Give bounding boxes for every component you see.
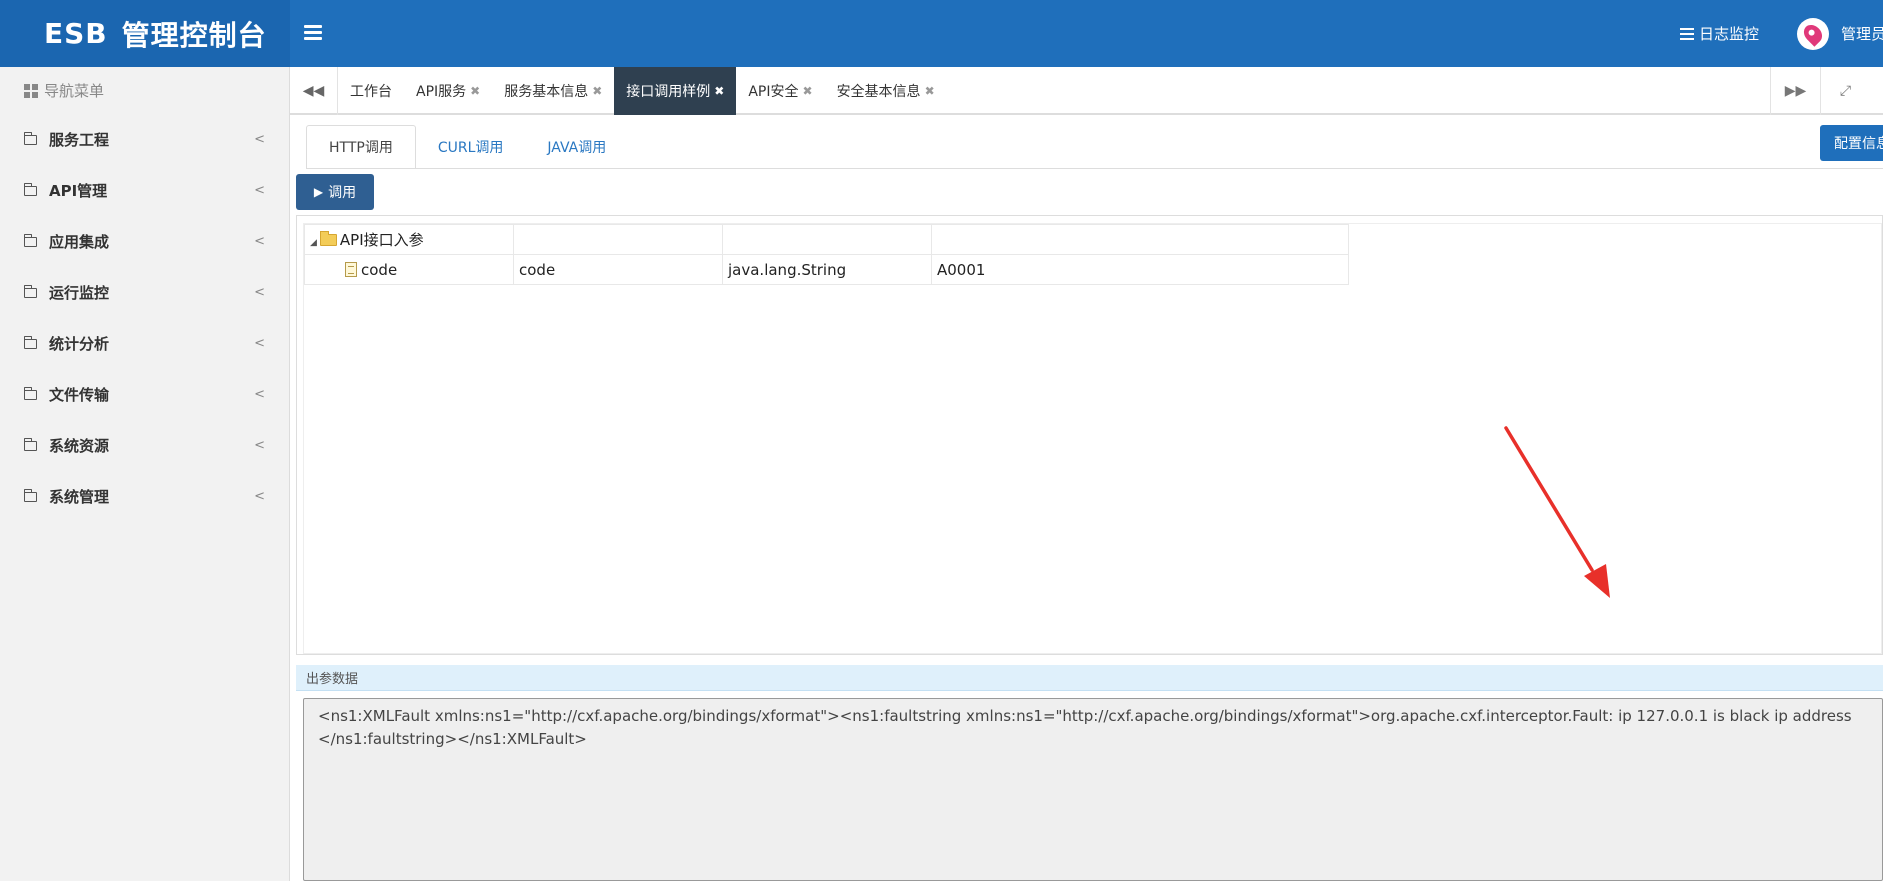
list-icon xyxy=(1679,27,1694,40)
top-right-area: 日志监控 管理员 xyxy=(1679,0,1883,67)
log-monitor-link[interactable]: 日志监控 xyxy=(1679,23,1759,44)
close-icon[interactable]: ✖ xyxy=(592,84,602,98)
param-field: code xyxy=(513,254,723,285)
menu-toggle-icon[interactable] xyxy=(304,22,322,44)
sidebar-item[interactable]: 系统资源 < xyxy=(0,420,289,471)
tab-scroll-right-icon[interactable]: ▶▶ xyxy=(1770,67,1820,115)
param-name: code xyxy=(361,260,398,279)
close-icon[interactable]: ✖ xyxy=(470,84,480,98)
call-type-tab[interactable]: JAVA调用 xyxy=(525,125,628,169)
sidebar-item[interactable]: 统计分析 < xyxy=(0,318,289,369)
sidebar-item[interactable]: API管理 < xyxy=(0,165,289,216)
play-icon: ▶ xyxy=(313,185,324,199)
table-row[interactable]: code code java.lang.String A0001 xyxy=(304,254,1349,285)
folder-icon xyxy=(319,231,337,246)
nav-title: 导航菜单 xyxy=(44,82,105,100)
config-button[interactable]: 配置信息 xyxy=(1820,125,1883,161)
params-table: ◢ API接口入参 code code java.lang.String A000… xyxy=(304,224,1349,285)
close-icon[interactable]: ✖ xyxy=(803,84,813,98)
chevron-left-icon: < xyxy=(254,438,265,453)
fullscreen-icon[interactable]: ⤢ xyxy=(1820,67,1870,115)
tab-label: API服务 xyxy=(416,84,467,100)
output-textarea[interactable]: <ns1:XMLFault xmlns:ns1="http://cxf.apac… xyxy=(303,698,1883,881)
chevron-left-icon: < xyxy=(254,234,265,249)
chevron-left-icon: < xyxy=(254,285,265,300)
param-type: java.lang.String xyxy=(722,254,932,285)
folder-icon xyxy=(23,386,37,400)
sidebar-item[interactable]: 文件传输 < xyxy=(0,369,289,420)
page-tab[interactable]: API安全 ✖ xyxy=(736,67,824,115)
tab-label: API安全 xyxy=(748,84,799,100)
sidebar-item[interactable]: 系统管理 < xyxy=(0,471,289,522)
sidebar-item-label: 文件传输 xyxy=(49,386,110,404)
call-type-tab[interactable]: HTTP调用 xyxy=(306,125,416,169)
tab-label: 工作台 xyxy=(350,84,392,100)
tab-label: 服务基本信息 xyxy=(504,84,589,100)
sidebar-item-label: 系统管理 xyxy=(49,488,110,506)
folder-icon xyxy=(23,437,37,451)
location-pin-icon xyxy=(1800,20,1826,47)
user-name[interactable]: 管理员 xyxy=(1841,23,1883,44)
tree-root-label: API接口入参 xyxy=(339,231,424,249)
chevron-left-icon: < xyxy=(254,489,265,504)
page-tabs: 工作台 API服务 ✖ 服务基本信息 ✖ 接口调用样例 ✖ API安全 ✖ 安全基本信息 ✖ xyxy=(338,67,947,115)
sidebar-item-label: 运行监控 xyxy=(49,284,110,302)
page-tab[interactable]: 工作台 xyxy=(338,67,404,115)
nav-list: 服务工程 < API管理 < 应用集成 < 运行监控 < 统计分析 < 文件传输 < 系统资源 < 系统管理… xyxy=(0,114,289,522)
tree-collapse-icon[interactable]: ◢ xyxy=(310,238,317,248)
tree-root-row[interactable]: ◢ API接口入参 xyxy=(304,224,1349,255)
folder-icon xyxy=(23,335,37,349)
invoke-button[interactable]: ▶ 调用 xyxy=(296,174,374,210)
tab-label: 安全基本信息 xyxy=(836,84,921,100)
page-tab[interactable]: 服务基本信息 ✖ xyxy=(492,67,614,115)
sidebar: 导航菜单 服务工程 < API管理 < 应用集成 < 运行监控 < 统计分析 < 文件传输 < 系统资源… xyxy=(0,67,290,881)
close-icon[interactable]: ✖ xyxy=(714,84,724,98)
output-header: 出参数据 xyxy=(296,665,1883,691)
subtab-divider xyxy=(306,168,1883,169)
top-bar: ESB 管理控制台 日志监控 管理员 xyxy=(0,0,1883,67)
page-tab[interactable]: 接口调用样例 ✖ xyxy=(614,67,737,115)
params-grid: ◢ API接口入参 code code java.lang.String A000… xyxy=(303,223,1882,654)
chevron-left-icon: < xyxy=(254,387,265,402)
call-type-tabs: HTTP调用 CURL调用 JAVA调用 xyxy=(306,125,628,169)
invoke-label: 调用 xyxy=(328,185,357,201)
tab-label: 接口调用样例 xyxy=(626,84,711,100)
sidebar-item[interactable]: 运行监控 < xyxy=(0,267,289,318)
param-value[interactable]: A0001 xyxy=(931,254,1349,285)
chevron-left-icon: < xyxy=(254,183,265,198)
page-tab[interactable]: API服务 ✖ xyxy=(404,67,492,115)
sidebar-item[interactable]: 服务工程 < xyxy=(0,114,289,165)
sidebar-item-label: 系统资源 xyxy=(49,437,110,455)
avatar[interactable] xyxy=(1797,17,1829,50)
folder-icon xyxy=(23,131,37,145)
folder-icon xyxy=(23,488,37,502)
folder-icon xyxy=(23,233,37,247)
sidebar-item-label: 服务工程 xyxy=(49,131,110,149)
brand-title: 管理控制台 xyxy=(121,18,267,52)
sidebar-item-label: 应用集成 xyxy=(49,233,110,251)
grid-icon xyxy=(24,83,38,98)
brand-esb: ESB xyxy=(44,17,108,50)
chevron-left-icon: < xyxy=(254,132,265,147)
close-icon[interactable]: ✖ xyxy=(925,84,935,98)
folder-icon xyxy=(23,182,37,196)
nav-header: 导航菜单 xyxy=(0,67,289,114)
sidebar-item-label: API管理 xyxy=(49,182,108,200)
main-content: HTTP调用CURL调用JAVA调用 配置信息 ▶ 调用 ◢ API接口入参 co… xyxy=(290,115,1883,881)
page-tab[interactable]: 安全基本信息 ✖ xyxy=(825,67,947,115)
folder-icon xyxy=(23,284,37,298)
call-type-tab[interactable]: CURL调用 xyxy=(416,125,526,169)
brand[interactable]: ESB 管理控制台 xyxy=(0,0,290,67)
sidebar-item[interactable]: 应用集成 < xyxy=(0,216,289,267)
tab-scroll-left-icon[interactable]: ◀◀ xyxy=(290,67,338,115)
tab-bar: ◀◀ 工作台 API服务 ✖ 服务基本信息 ✖ 接口调用样例 ✖ API安全 ✖ 安全基本信息 ✖ … xyxy=(290,67,1883,115)
params-grid-panel: ◢ API接口入参 code code java.lang.String A000… xyxy=(296,215,1883,655)
chevron-left-icon: < xyxy=(254,336,265,351)
file-icon xyxy=(345,261,357,277)
sidebar-item-label: 统计分析 xyxy=(49,335,110,353)
log-monitor-label: 日志监控 xyxy=(1698,25,1759,43)
